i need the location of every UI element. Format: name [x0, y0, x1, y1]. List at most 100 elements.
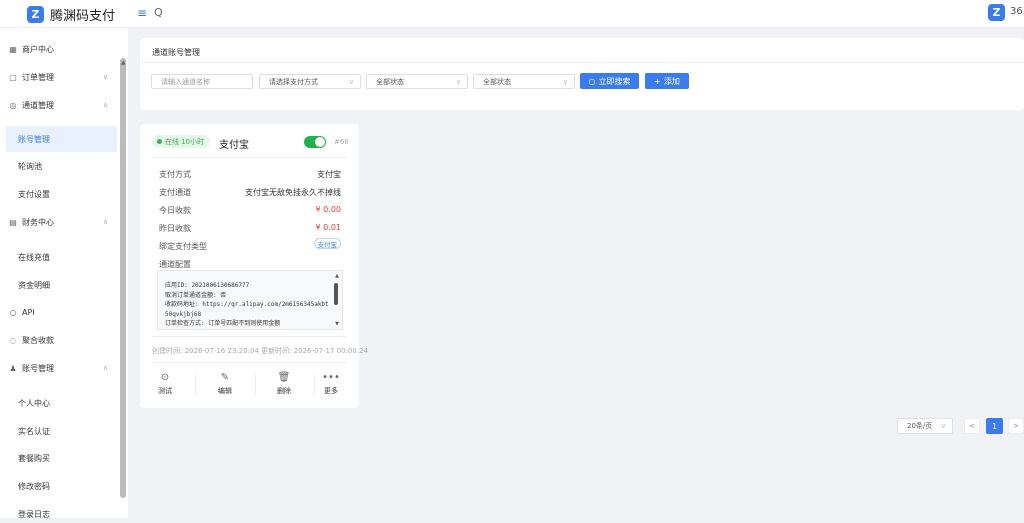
sidebar-item-channels[interactable]: ◎ 通道管理 ∧: [8, 96, 109, 114]
top-bar: Z 腾渊码支付 ≡ Q Z 363: [0, 0, 1024, 28]
api-icon: ○: [9, 307, 17, 317]
user-id[interactable]: 363: [1010, 6, 1024, 17]
sidebar-item-pay-settings[interactable]: 支付设置: [18, 185, 50, 203]
sidebar-item-label: 商户中心: [22, 44, 54, 54]
pay-type-select-value: 请选择支付方式: [269, 77, 318, 86]
status-select-value: 全部状态: [483, 77, 511, 86]
sidebar-item-label: 聚合收款: [22, 335, 54, 345]
config-textarea[interactable]: 应用ID: 2021006130686777 取消订单通道金额: 否 收款码地址…: [157, 270, 343, 330]
scroll-down-icon[interactable]: ▼: [335, 321, 339, 327]
sidebar: ▲ ▦ 商户中心 ▢ 订单管理 ∨ ◎ 通道管理 ∧ 账号管理 轮询池 支付设置…: [0, 28, 128, 519]
sidebar-item-label: API: [22, 307, 35, 317]
channel-icon: ◎: [9, 100, 17, 110]
sidebar-item-profile[interactable]: 个人中心: [18, 394, 50, 412]
sidebar-item-label: 支付设置: [18, 189, 50, 199]
row-label-yesterday: 昨日收款: [159, 224, 191, 233]
scroll-up-icon[interactable]: ▲: [121, 59, 126, 66]
row-label-channel: 支付通道: [159, 188, 191, 197]
search-icon[interactable]: Q: [154, 6, 163, 19]
sidebar-item-merchant-center[interactable]: ▦ 商户中心: [8, 40, 108, 58]
edit-icon: ✎: [220, 372, 230, 383]
sidebar-item-accounts[interactable]: 账号管理: [6, 126, 117, 152]
enable-toggle[interactable]: [304, 136, 326, 148]
sidebar-item-label: 账号管理: [18, 134, 50, 144]
config-scrollbar[interactable]: [334, 283, 338, 305]
sidebar-item-packages[interactable]: 套餐购买: [18, 449, 50, 467]
status-badge-label: 在线 10小时: [165, 137, 205, 146]
sidebar-item-label: 财务中心: [22, 217, 54, 227]
sidebar-item-finance[interactable]: ▤ 财务中心 ∧: [8, 213, 108, 231]
prev-page-button[interactable]: <: [964, 418, 980, 434]
sidebar-item-orders[interactable]: ▢ 订单管理 ∨: [8, 68, 108, 86]
more-icon: •••: [322, 372, 340, 383]
search-button-label: 立即搜索: [598, 76, 631, 86]
test-button[interactable]: ⊙ 测试: [150, 372, 180, 396]
add-button[interactable]: + 添加: [645, 73, 689, 89]
sidebar-item-label: 资金明细: [18, 280, 50, 290]
sidebar-item-password[interactable]: 修改密码: [18, 477, 50, 495]
online-dot-icon: [157, 139, 162, 144]
page-number-1[interactable]: 1: [986, 418, 1003, 434]
bind-type-tag: 支付宝: [313, 238, 341, 249]
edit-button[interactable]: ✎ 编辑: [210, 372, 240, 396]
page-size-select[interactable]: 20条/页 ∨: [897, 418, 953, 434]
status-select-1[interactable]: 全部状态 ∨: [366, 74, 468, 89]
page-title: 通道账号管理: [152, 48, 200, 57]
sidebar-item-funds[interactable]: 资金明细: [18, 276, 50, 294]
user-avatar[interactable]: Z: [988, 4, 1005, 21]
chevron-up-icon: ∧: [102, 218, 108, 226]
menu-toggle-icon[interactable]: ≡: [137, 6, 147, 20]
toggle-knob: [315, 137, 325, 147]
channel-name-input[interactable]: 请输入通道名称: [151, 74, 253, 89]
delete-button[interactable]: 🗑 删除: [269, 372, 299, 396]
sidebar-item-verification[interactable]: 实名认证: [18, 422, 50, 440]
chevron-down-icon: ∨: [102, 73, 108, 81]
scroll-up-icon[interactable]: ▲: [335, 273, 339, 279]
status-select-2[interactable]: 全部状态 ∨: [473, 74, 575, 89]
divider: [152, 157, 347, 158]
sidebar-item-api[interactable]: ○ API: [8, 303, 108, 321]
user-icon: ♟: [9, 363, 17, 373]
brand-logo-icon: Z: [27, 5, 44, 23]
pay-type-select[interactable]: 请选择支付方式 ∨: [259, 74, 361, 89]
sidebar-item-label: 修改密码: [18, 481, 50, 491]
sidebar-item-label: 实名认证: [18, 426, 50, 436]
divider: [314, 374, 315, 396]
finance-icon: ▤: [9, 217, 17, 227]
sidebar-item-login-log[interactable]: 登录日志: [18, 505, 50, 523]
aggregate-icon: ◌: [9, 335, 17, 345]
sidebar-scrollbar[interactable]: [120, 58, 126, 498]
sidebar-item-label: 订单管理: [22, 72, 54, 82]
play-icon: ⊙: [160, 372, 170, 383]
divider: [195, 374, 196, 396]
chevron-up-icon: ∧: [102, 101, 108, 109]
brand[interactable]: Z 腾渊码支付: [27, 4, 115, 24]
row-label-pay-method: 支付方式: [159, 170, 191, 179]
divider: [140, 62, 1024, 63]
sidebar-item-account-mgmt[interactable]: ♟ 账号管理 ∧: [8, 359, 108, 377]
grid-icon: ▦: [9, 44, 17, 54]
sidebar-item-label: 账号管理: [22, 363, 54, 373]
sidebar-item-label: 套餐购买: [18, 453, 50, 463]
row-value-yesterday: ¥ 0.01: [315, 223, 341, 232]
row-value-channel: 支付宝无敌免挂永久不掉线: [245, 188, 341, 197]
chevron-down-icon: ∨: [940, 422, 946, 430]
next-page-button[interactable]: >: [1008, 418, 1024, 434]
divider: [152, 336, 347, 337]
more-button[interactable]: ••• 更多: [316, 372, 346, 396]
chevron-up-icon: ∧: [102, 364, 108, 372]
more-button-label: 更多: [324, 387, 338, 395]
order-icon: ▢: [9, 72, 17, 82]
sidebar-item-polling[interactable]: 轮询池: [18, 157, 42, 175]
row-value-today: ¥ 0.00: [315, 205, 341, 214]
divider: [255, 374, 256, 396]
config-label: 通道配置: [159, 260, 191, 269]
row-label-bind-type: 绑定支付类型: [159, 242, 207, 251]
sidebar-item-recharge[interactable]: 在线充值: [18, 248, 50, 266]
sidebar-item-aggregate[interactable]: ◌ 聚合收款: [8, 331, 108, 349]
sidebar-item-label: 个人中心: [18, 398, 50, 408]
plus-icon: +: [654, 76, 661, 86]
trash-icon: 🗑: [277, 372, 291, 383]
search-button[interactable]: ○ 立即搜索: [580, 73, 639, 89]
config-text: 应用ID: 2021006130686777 取消订单通道金额: 否 收款码地址…: [165, 282, 329, 328]
